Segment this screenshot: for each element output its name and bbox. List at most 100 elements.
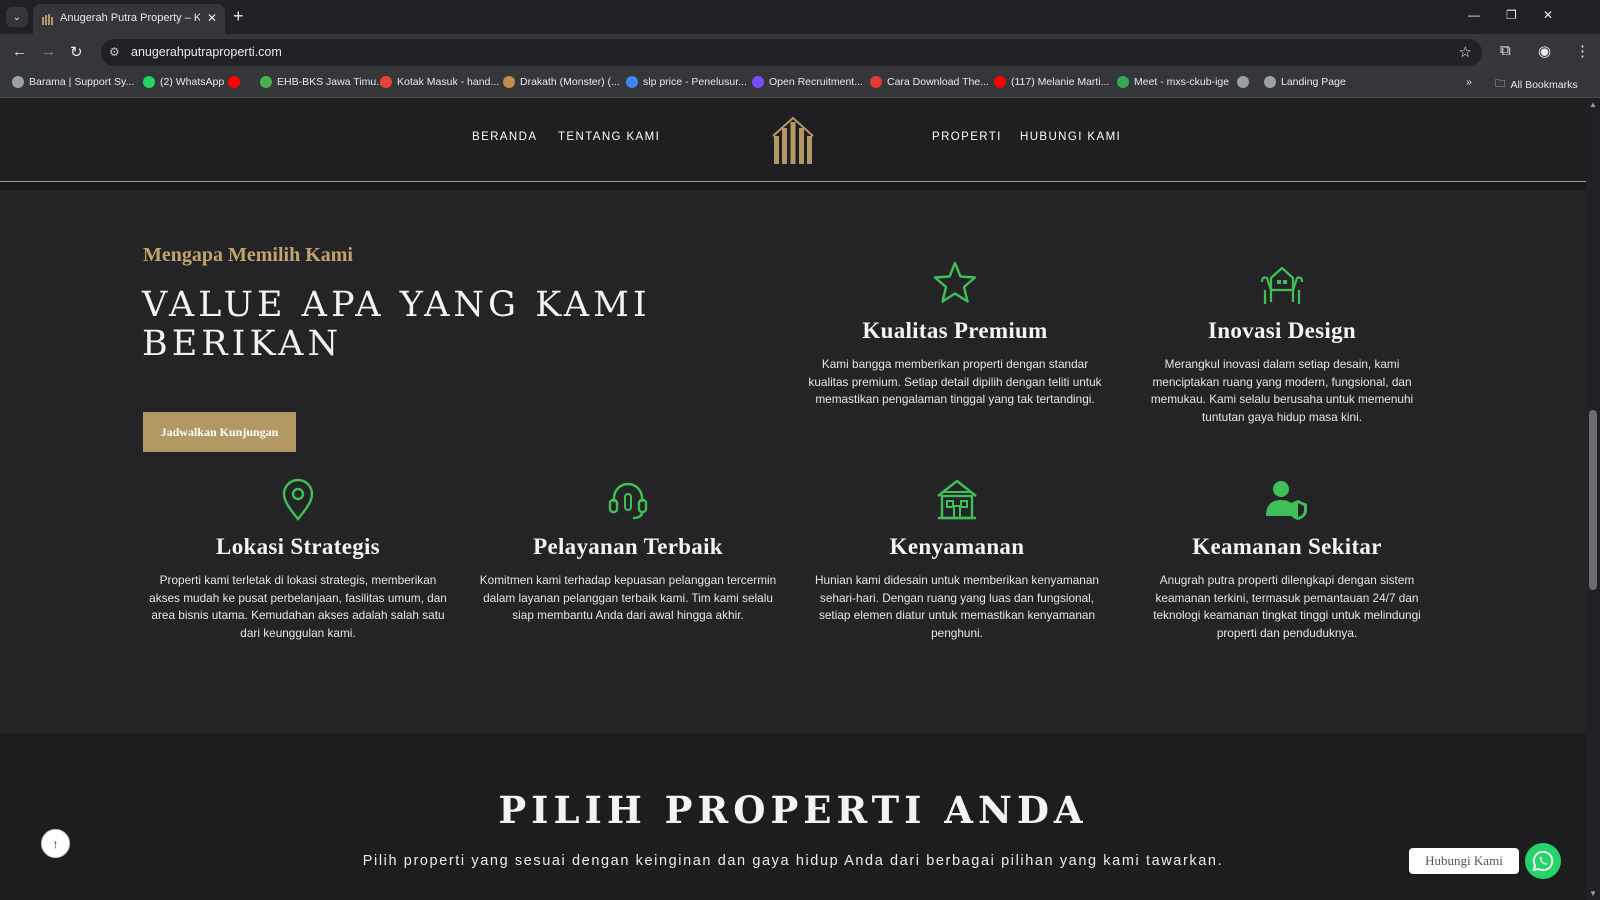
gmail-icon: [380, 76, 392, 88]
page-scrollbar[interactable]: ▲ ▼: [1586, 98, 1600, 900]
bookmark-item[interactable]: (117) Melanie Marti...: [994, 76, 1109, 88]
address-bar[interactable]: ⚙ anugerahputraproperti.com ☆: [101, 39, 1482, 66]
reload-icon[interactable]: ↻: [70, 43, 83, 61]
nav-properti[interactable]: PROPERTI: [932, 131, 1002, 143]
bookmarks-overflow-icon[interactable]: »: [1466, 76, 1472, 88]
whatsapp-button[interactable]: [1525, 843, 1561, 879]
google-icon: [626, 76, 638, 88]
nav-tentang-kami[interactable]: TENTANG KAMI: [558, 131, 660, 143]
url-text[interactable]: anugerahputraproperti.com: [131, 45, 282, 59]
web-page: BERANDA TENTANG KAMI PROPERTI HUBUNGI KA…: [0, 98, 1586, 900]
nav-hubungi-kami[interactable]: HUBUNGI KAMI: [1020, 131, 1121, 143]
bookmark-item[interactable]: [228, 76, 245, 88]
avatar-icon: [503, 76, 515, 88]
site-info-icon[interactable]: ⚙: [109, 45, 120, 59]
bookmarks-bar: » 🗀 All Bookmarks Barama | Support Sy...…: [0, 70, 1600, 98]
folder-icon: 🗀: [1495, 78, 1506, 90]
whatsapp-icon: [1532, 850, 1554, 872]
scrollbar-thumb[interactable]: [1589, 410, 1597, 590]
feature-title: Pelayanan Terbaik: [533, 534, 723, 559]
restore-icon[interactable]: ❐: [1506, 8, 1517, 22]
extensions-icon[interactable]: ⧉: [1500, 42, 1511, 59]
feature-keamanan-sekitar: Keamanan Sekitar Anugrah putra properti …: [1137, 476, 1437, 642]
feature-title: Lokasi Strategis: [216, 534, 380, 559]
house-hands-icon: [1260, 266, 1304, 304]
bookmark-label: (2) WhatsApp: [160, 76, 225, 88]
section-title: VALUE APA YANG KAMI BERIKAN: [142, 285, 651, 364]
company-logo-icon[interactable]: [770, 114, 816, 166]
bookmark-item[interactable]: Landing Page: [1264, 76, 1346, 88]
profile-avatar[interactable]: ◉: [1538, 42, 1551, 60]
close-tab-icon[interactable]: ✕: [207, 11, 217, 25]
bookmark-label: Cara Download The...: [887, 76, 989, 88]
nav-beranda[interactable]: BERANDA: [472, 131, 537, 143]
feature-description: Anugrah putra properti dilengkapi dengan…: [1153, 573, 1421, 640]
properties-section: PILIH PROPERTI ANDA Pilih properti yang …: [0, 733, 1586, 900]
home-icon: [937, 479, 977, 520]
browser-menu-icon[interactable]: ⋮: [1575, 42, 1590, 60]
properties-subtitle: Pilih properti yang sesuai dengan keingi…: [362, 853, 1224, 869]
bookmark-item[interactable]: Meet - mxs-ckub-ige: [1117, 76, 1229, 88]
browser-tabbar: ⌄ Anugerah Putra Property – Kes ✕ + — ❐ …: [0, 0, 1600, 34]
new-tab-icon[interactable]: +: [233, 6, 244, 27]
all-bookmarks-label: All Bookmarks: [1510, 79, 1578, 91]
close-window-icon[interactable]: ✕: [1543, 8, 1553, 22]
globe-icon: [1237, 76, 1249, 88]
values-section: Mengapa Memilih Kami VALUE APA YANG KAMI…: [0, 190, 1586, 733]
browser-toolbar: ← → ↻ ⚙ anugerahputraproperti.com ☆ ⧉ ◉ …: [0, 34, 1600, 70]
whatsapp-label[interactable]: Hubungi Kami: [1409, 848, 1519, 874]
star-icon: [933, 261, 977, 303]
forward-icon[interactable]: →: [41, 43, 56, 60]
bookmark-star-icon[interactable]: ☆: [1459, 43, 1472, 61]
bookmark-label: Open Recruitment...: [769, 76, 863, 88]
bookmark-item[interactable]: EHB-BKS Jawa Timu...: [260, 76, 385, 88]
bookmark-item[interactable]: slp price - Penelusur...: [626, 76, 747, 88]
browser-tab-active[interactable]: Anugerah Putra Property – Kes ✕: [33, 4, 225, 34]
map-pin-icon: [282, 478, 314, 521]
bookmark-label: (117) Melanie Marti...: [1011, 76, 1110, 88]
feature-title: Kenyamanan: [889, 534, 1025, 559]
minimize-icon[interactable]: —: [1468, 8, 1480, 22]
bookmark-label: Landing Page: [1281, 76, 1346, 88]
feature-description: Kami bangga memberikan properti dengan s…: [808, 357, 1102, 406]
scroll-up-arrow-icon[interactable]: ▲: [1589, 100, 1597, 109]
bookmark-item[interactable]: Drakath (Monster) (...: [503, 76, 620, 88]
site-header: BERANDA TENTANG KAMI PROPERTI HUBUNGI KA…: [0, 98, 1586, 182]
feature-title: Inovasi Design: [1208, 318, 1356, 343]
back-icon[interactable]: ←: [12, 43, 27, 60]
tab-title: Anugerah Putra Property – Kes: [60, 12, 200, 24]
whatsapp-icon: [143, 76, 155, 88]
bookmark-item[interactable]: [1237, 76, 1254, 88]
bookmark-label: Drakath (Monster) (...: [520, 76, 620, 88]
youtube-icon: [994, 76, 1006, 88]
schedule-visit-button[interactable]: Jadwalkan Kunjungan: [143, 412, 296, 452]
feature-title: Kualitas Premium: [862, 318, 1048, 343]
meet-icon: [1117, 76, 1129, 88]
bookmark-item[interactable]: Open Recruitment...: [752, 76, 863, 88]
back-to-top-button[interactable]: ↑: [41, 829, 70, 858]
site-favicon-icon: [42, 14, 53, 25]
bookmark-label: slp price - Penelusur...: [643, 76, 747, 88]
all-bookmarks-button[interactable]: 🗀 All Bookmarks: [1495, 76, 1578, 94]
bookmark-item[interactable]: (2) WhatsApp: [143, 76, 224, 88]
bookmark-label: Kotak Masuk - hand...: [397, 76, 500, 88]
bookmark-label: Barama | Support Sy...: [29, 76, 135, 88]
headset-icon: [608, 482, 648, 520]
feature-description: Hunian kami didesain untuk memberikan ke…: [815, 573, 1099, 640]
bookmark-label: Meet - mxs-ckub-ige: [1134, 76, 1230, 88]
tab-search-chevron-icon[interactable]: ⌄: [6, 7, 28, 27]
feature-lokasi-strategis: Lokasi Strategis Properti kami terletak …: [148, 476, 448, 642]
map-icon: [260, 76, 272, 88]
bookmark-item[interactable]: Cara Download The...: [870, 76, 989, 88]
scroll-down-arrow-icon[interactable]: ▼: [1589, 889, 1597, 898]
feature-kenyamanan: Kenyamanan Hunian kami didesain untuk me…: [807, 476, 1107, 642]
feature-inovasi-design: Inovasi Design Merangkul inovasi dalam s…: [1132, 260, 1432, 426]
feature-description: Komitmen kami terhadap kepuasan pelangga…: [479, 573, 777, 622]
user-shield-icon: [1266, 481, 1307, 520]
bookmark-item[interactable]: Kotak Masuk - hand...: [380, 76, 499, 88]
form-icon: [752, 76, 764, 88]
bookmark-item[interactable]: Barama | Support Sy...: [12, 76, 134, 88]
feature-pelayanan-terbaik: Pelayanan Terbaik Komitmen kami terhadap…: [478, 476, 778, 625]
properties-title: PILIH PROPERTI ANDA: [498, 788, 1088, 832]
section-eyebrow: Mengapa Memilih Kami: [143, 244, 353, 266]
